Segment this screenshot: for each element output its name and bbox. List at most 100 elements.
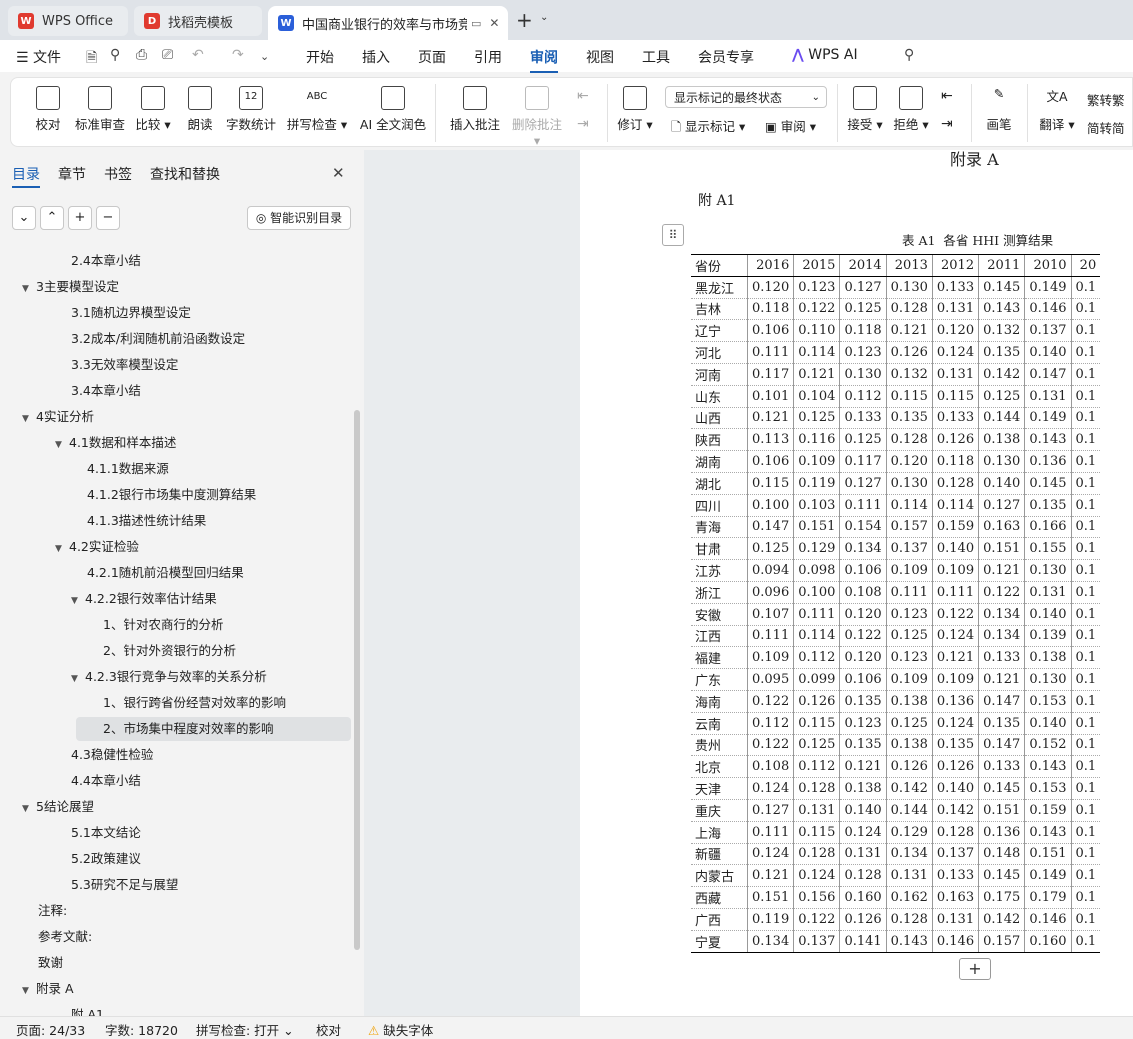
hhi-value-cell[interactable]: 0.140 [1024, 603, 1072, 626]
delete-comment-button[interactable]: 删除批注 ▾ [507, 82, 567, 148]
reject-button[interactable]: 拒绝 ▾ [891, 82, 931, 133]
hhi-value-cell[interactable]: 0.145 [978, 777, 1025, 800]
hhi-value-cell[interactable]: 0.109 [793, 450, 840, 473]
hhi-value-cell[interactable]: 0.125 [839, 428, 887, 452]
hhi-value-cell[interactable]: 0.151 [1024, 843, 1072, 866]
hhi-value-cell[interactable]: 0.151 [978, 799, 1025, 822]
hhi-value-cell[interactable]: 0.131 [839, 843, 887, 866]
hhi-value-cell[interactable]: 0.117 [746, 363, 794, 386]
hhi-value-cell[interactable]: 0.1 [1070, 341, 1101, 364]
hhi-value-cell[interactable]: 0.156 [793, 886, 840, 909]
spell-check-button[interactable]: ABC 拼写检查 ▾ [285, 82, 349, 133]
menu-references[interactable]: 引用 [474, 47, 502, 67]
hhi-value-cell[interactable]: 0.104 [793, 385, 840, 408]
translate-button[interactable]: 文A 翻译 ▾ [1037, 82, 1077, 133]
hhi-value-cell[interactable]: 0.123 [885, 646, 933, 670]
hhi-value-cell[interactable]: 0.135 [931, 734, 979, 757]
hhi-value-cell[interactable]: 0.1 [1070, 385, 1101, 408]
new-tab-icon[interactable]: + [516, 8, 533, 32]
hhi-value-cell[interactable]: 0.121 [839, 755, 887, 779]
province-cell[interactable]: 云南 [691, 712, 748, 735]
hhi-value-cell[interactable]: 0.131 [793, 799, 840, 822]
hhi-value-cell[interactable]: 0.151 [793, 516, 840, 539]
hhi-value-cell[interactable]: 0.163 [931, 886, 979, 909]
compare-button[interactable]: 比较 ▾ [133, 82, 173, 133]
markup-state-select[interactable]: 显示标记的最终状态 ⌄ [665, 86, 827, 108]
hhi-value-cell[interactable]: 0.1 [1070, 276, 1101, 299]
expand-arrow-icon[interactable]: ▼ [71, 666, 85, 692]
hhi-value-cell[interactable]: 0.155 [1024, 537, 1072, 561]
hhi-value-cell[interactable]: 0.143 [1024, 755, 1072, 779]
hhi-value-cell[interactable]: 0.122 [931, 603, 979, 626]
hhi-value-cell[interactable]: 0.112 [746, 712, 794, 735]
expand-arrow-icon[interactable]: ▼ [55, 536, 69, 562]
toc-item[interactable]: 3.4本章小结 [71, 378, 141, 404]
hhi-value-cell[interactable]: 0.131 [1024, 581, 1072, 604]
word-count-button[interactable]: 12 字数统计 [223, 82, 279, 133]
hhi-value-cell[interactable]: 0.149 [1024, 864, 1072, 888]
hhi-value-cell[interactable]: 0.134 [978, 625, 1025, 648]
expand-arrow-icon[interactable]: ▼ [22, 276, 36, 302]
province-cell[interactable]: 甘肃 [691, 537, 748, 561]
toc-item[interactable]: 参考文献: [38, 924, 92, 950]
hhi-value-cell[interactable]: 0.124 [931, 625, 979, 648]
hhi-value-cell[interactable]: 0.146 [1024, 908, 1072, 931]
toc-item[interactable]: 4.3稳健性检验 [71, 742, 153, 768]
hhi-value-cell[interactable]: 0.142 [885, 777, 933, 800]
next-comment-icon[interactable]: ⇥ [577, 116, 589, 132]
toc-item[interactable]: 4.4本章小结 [71, 768, 141, 794]
toc-item[interactable]: 3.1随机边界模型设定 [71, 300, 191, 326]
hhi-value-cell[interactable]: 0.133 [978, 755, 1025, 779]
hhi-value-cell[interactable]: 0.121 [931, 646, 979, 670]
province-cell[interactable]: 山西 [691, 407, 748, 430]
hhi-value-cell[interactable]: 0.111 [839, 494, 887, 517]
hhi-value-cell[interactable]: 0.121 [885, 319, 933, 343]
hhi-value-cell[interactable]: 0.111 [746, 625, 794, 648]
toc-item[interactable]: 5.2政策建议 [71, 846, 141, 872]
hhi-value-cell[interactable]: 0.138 [885, 690, 933, 713]
hhi-value-cell[interactable]: 0.147 [746, 516, 794, 539]
hhi-value-cell[interactable]: 0.145 [1024, 472, 1072, 495]
hhi-value-cell[interactable]: 0.160 [1024, 930, 1072, 953]
hhi-value-cell[interactable]: 0.126 [931, 755, 979, 779]
province-cell[interactable]: 吉林 [691, 298, 748, 321]
hhi-value-cell[interactable]: 0.1 [1070, 646, 1101, 670]
toc-item[interactable]: 4.1.3描述性统计结果 [87, 508, 206, 534]
hhi-value-cell[interactable]: 0.1 [1070, 516, 1101, 539]
hhi-value-cell[interactable]: 0.1 [1070, 799, 1101, 822]
hhi-value-cell[interactable]: 0.106 [746, 450, 794, 473]
track-changes-button[interactable]: 修订 ▾ [615, 82, 655, 133]
hhi-value-cell[interactable]: 0.147 [978, 734, 1025, 757]
hhi-value-cell[interactable]: 0.153 [1024, 777, 1072, 800]
province-cell[interactable]: 海南 [691, 690, 748, 713]
hhi-value-cell[interactable]: 0.1 [1070, 930, 1101, 953]
hhi-value-cell[interactable]: 0.145 [978, 276, 1025, 299]
hhi-value-cell[interactable]: 0.159 [931, 516, 979, 539]
hhi-value-cell[interactable]: 0.138 [885, 734, 933, 757]
hhi-value-cell[interactable]: 0.1 [1070, 494, 1101, 517]
hhi-value-cell[interactable]: 0.143 [885, 930, 933, 953]
toc-item[interactable]: ▼ 附录 A [22, 976, 74, 1002]
hhi-value-cell[interactable]: 0.123 [793, 276, 840, 299]
next-change-icon[interactable]: ⇥ [941, 116, 953, 132]
hhi-value-cell[interactable]: 0.162 [885, 886, 933, 909]
add-row-button[interactable]: + [959, 958, 991, 980]
hhi-value-cell[interactable]: 0.130 [978, 450, 1025, 473]
hhi-value-cell[interactable]: 0.125 [793, 734, 840, 757]
hhi-value-cell[interactable]: 0.113 [746, 428, 794, 452]
proof-status[interactable]: 校对 [316, 1020, 341, 1039]
hhi-value-cell[interactable]: 0.130 [839, 363, 887, 386]
hhi-value-cell[interactable]: 0.142 [931, 799, 979, 822]
hhi-value-cell[interactable]: 0.111 [746, 821, 794, 844]
province-cell[interactable]: 江苏 [691, 559, 748, 582]
remove-heading-icon[interactable]: − [96, 206, 120, 230]
hhi-value-cell[interactable]: 0.166 [1024, 516, 1072, 539]
hhi-value-cell[interactable]: 0.112 [793, 755, 840, 779]
hhi-value-cell[interactable]: 0.135 [885, 407, 933, 430]
tab-list-chevron-icon[interactable]: ⌄ [540, 12, 548, 23]
hhi-value-cell[interactable]: 0.133 [931, 276, 979, 299]
hhi-value-cell[interactable]: 0.121 [746, 864, 794, 888]
province-cell[interactable]: 上海 [691, 821, 748, 844]
hhi-value-cell[interactable]: 0.125 [978, 385, 1025, 408]
hhi-value-cell[interactable]: 0.1 [1070, 843, 1101, 866]
